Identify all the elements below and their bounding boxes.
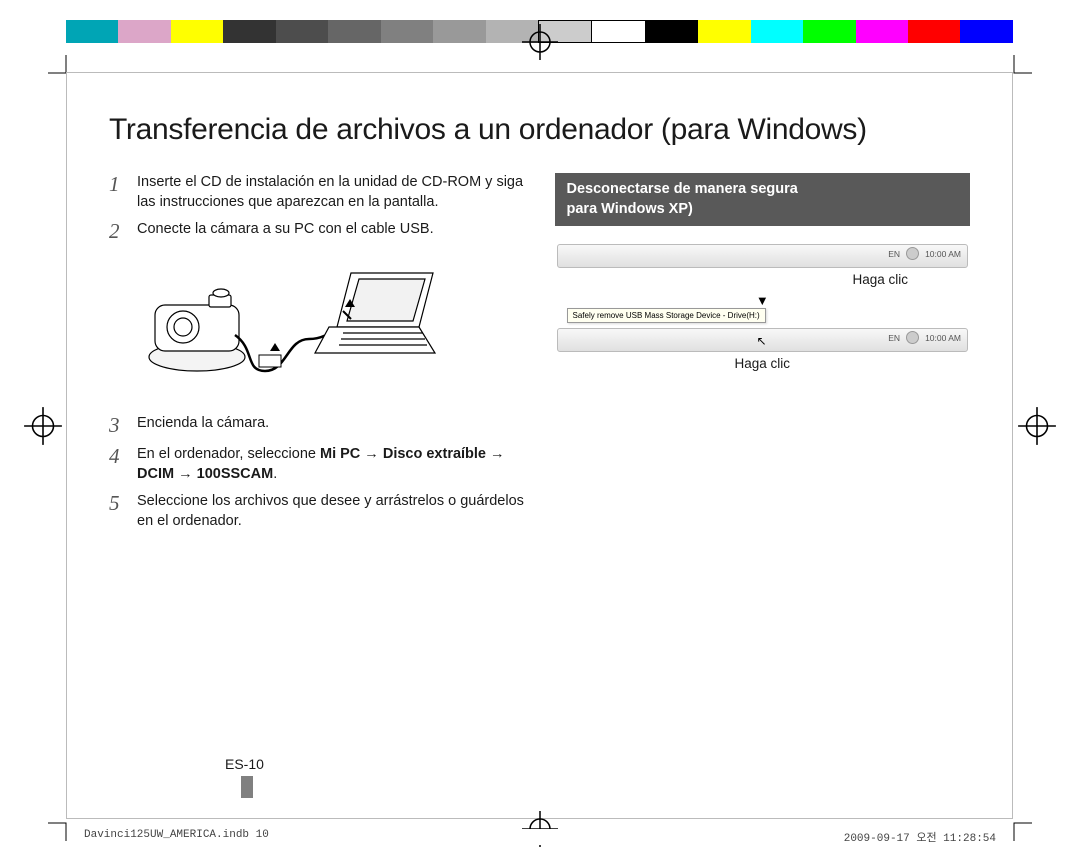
page-frame: Transferencia de archivos a un ordenador…	[66, 72, 1013, 819]
side-heading-line1: Desconectarse de manera segura	[567, 181, 798, 197]
step-1: 1 Inserte el CD de instalación en la uni…	[109, 173, 525, 212]
step-5: 5 Seleccione los archivos que desee y ar…	[109, 492, 525, 531]
registration-mark-left	[22, 405, 64, 447]
clock-text: 10:00 AM	[925, 333, 961, 343]
page-title: Transferencia de archivos a un ordenador…	[109, 113, 992, 147]
cursor-icon: ↖	[757, 334, 767, 348]
step-4: 4 En el ordenador, seleccione Mi PC → Di…	[109, 445, 525, 484]
arrow-sep: →	[360, 446, 383, 462]
steps-column: 1 Inserte el CD de instalación en la uni…	[109, 173, 525, 540]
page-number: ES-10	[225, 756, 264, 772]
lang-indicator: EN	[888, 249, 900, 259]
click-label-1: Haga clic	[557, 272, 969, 287]
step-text: Inserte el CD de instalación en la unida…	[137, 173, 525, 212]
step-number: 2	[109, 220, 137, 243]
step-number: 4	[109, 445, 137, 468]
side-heading-line2: para Windows XP)	[567, 201, 693, 217]
step-number: 3	[109, 414, 137, 437]
arrow-sep: →	[174, 466, 197, 482]
safely-remove-balloon: Safely remove USB Mass Storage Device - …	[567, 308, 766, 323]
side-column: Desconectarse de manera segura para Wind…	[555, 173, 971, 540]
registration-mark-top	[520, 22, 560, 62]
step4-dcim: DCIM	[137, 466, 174, 482]
safely-remove-tray-icon	[906, 247, 919, 260]
clock-text: 10:00 AM	[925, 249, 961, 259]
step4-prefix: En el ordenador, seleccione	[137, 446, 320, 462]
page-tab-marker	[241, 776, 253, 798]
step-number: 5	[109, 492, 137, 515]
taskbar-screenshot-2: Safely remove USB Mass Storage Device - …	[557, 328, 969, 352]
click-label-2: Haga clic	[557, 356, 969, 371]
step4-disco: Disco extraíble	[383, 446, 486, 462]
footer-file: Davinci125UW_AMERICA.indb 10	[84, 829, 269, 845]
down-arrow-icon: ▼	[557, 293, 969, 308]
print-footer: Davinci125UW_AMERICA.indb 10 2009-09-17 …	[80, 829, 1000, 845]
side-heading: Desconectarse de manera segura para Wind…	[555, 173, 971, 226]
step-text: Conecte la cámara a su PC con el cable U…	[137, 220, 525, 240]
step-2: 2 Conecte la cámara a su PC con el cable…	[109, 220, 525, 243]
camera-usb-laptop-figure	[137, 261, 437, 391]
step4-100sscam: 100SSCAM	[197, 466, 274, 482]
step-text: En el ordenador, seleccione Mi PC → Disc…	[137, 445, 525, 484]
safely-remove-tray-icon	[906, 331, 919, 344]
lang-indicator: EN	[888, 333, 900, 343]
step4-mypc: Mi PC	[320, 446, 360, 462]
step-text: Encienda la cámara.	[137, 414, 525, 434]
registration-mark-right	[1016, 405, 1058, 447]
step-3: 3 Encienda la cámara.	[109, 414, 525, 437]
footer-timestamp: 2009-09-17 오전 11:28:54	[844, 829, 996, 845]
taskbar-screenshot-1: EN 10:00 AM	[557, 244, 969, 268]
arrow-sep: →	[486, 446, 505, 462]
step-text: Seleccione los archivos que desee y arrá…	[137, 492, 525, 531]
step-number: 1	[109, 173, 137, 196]
